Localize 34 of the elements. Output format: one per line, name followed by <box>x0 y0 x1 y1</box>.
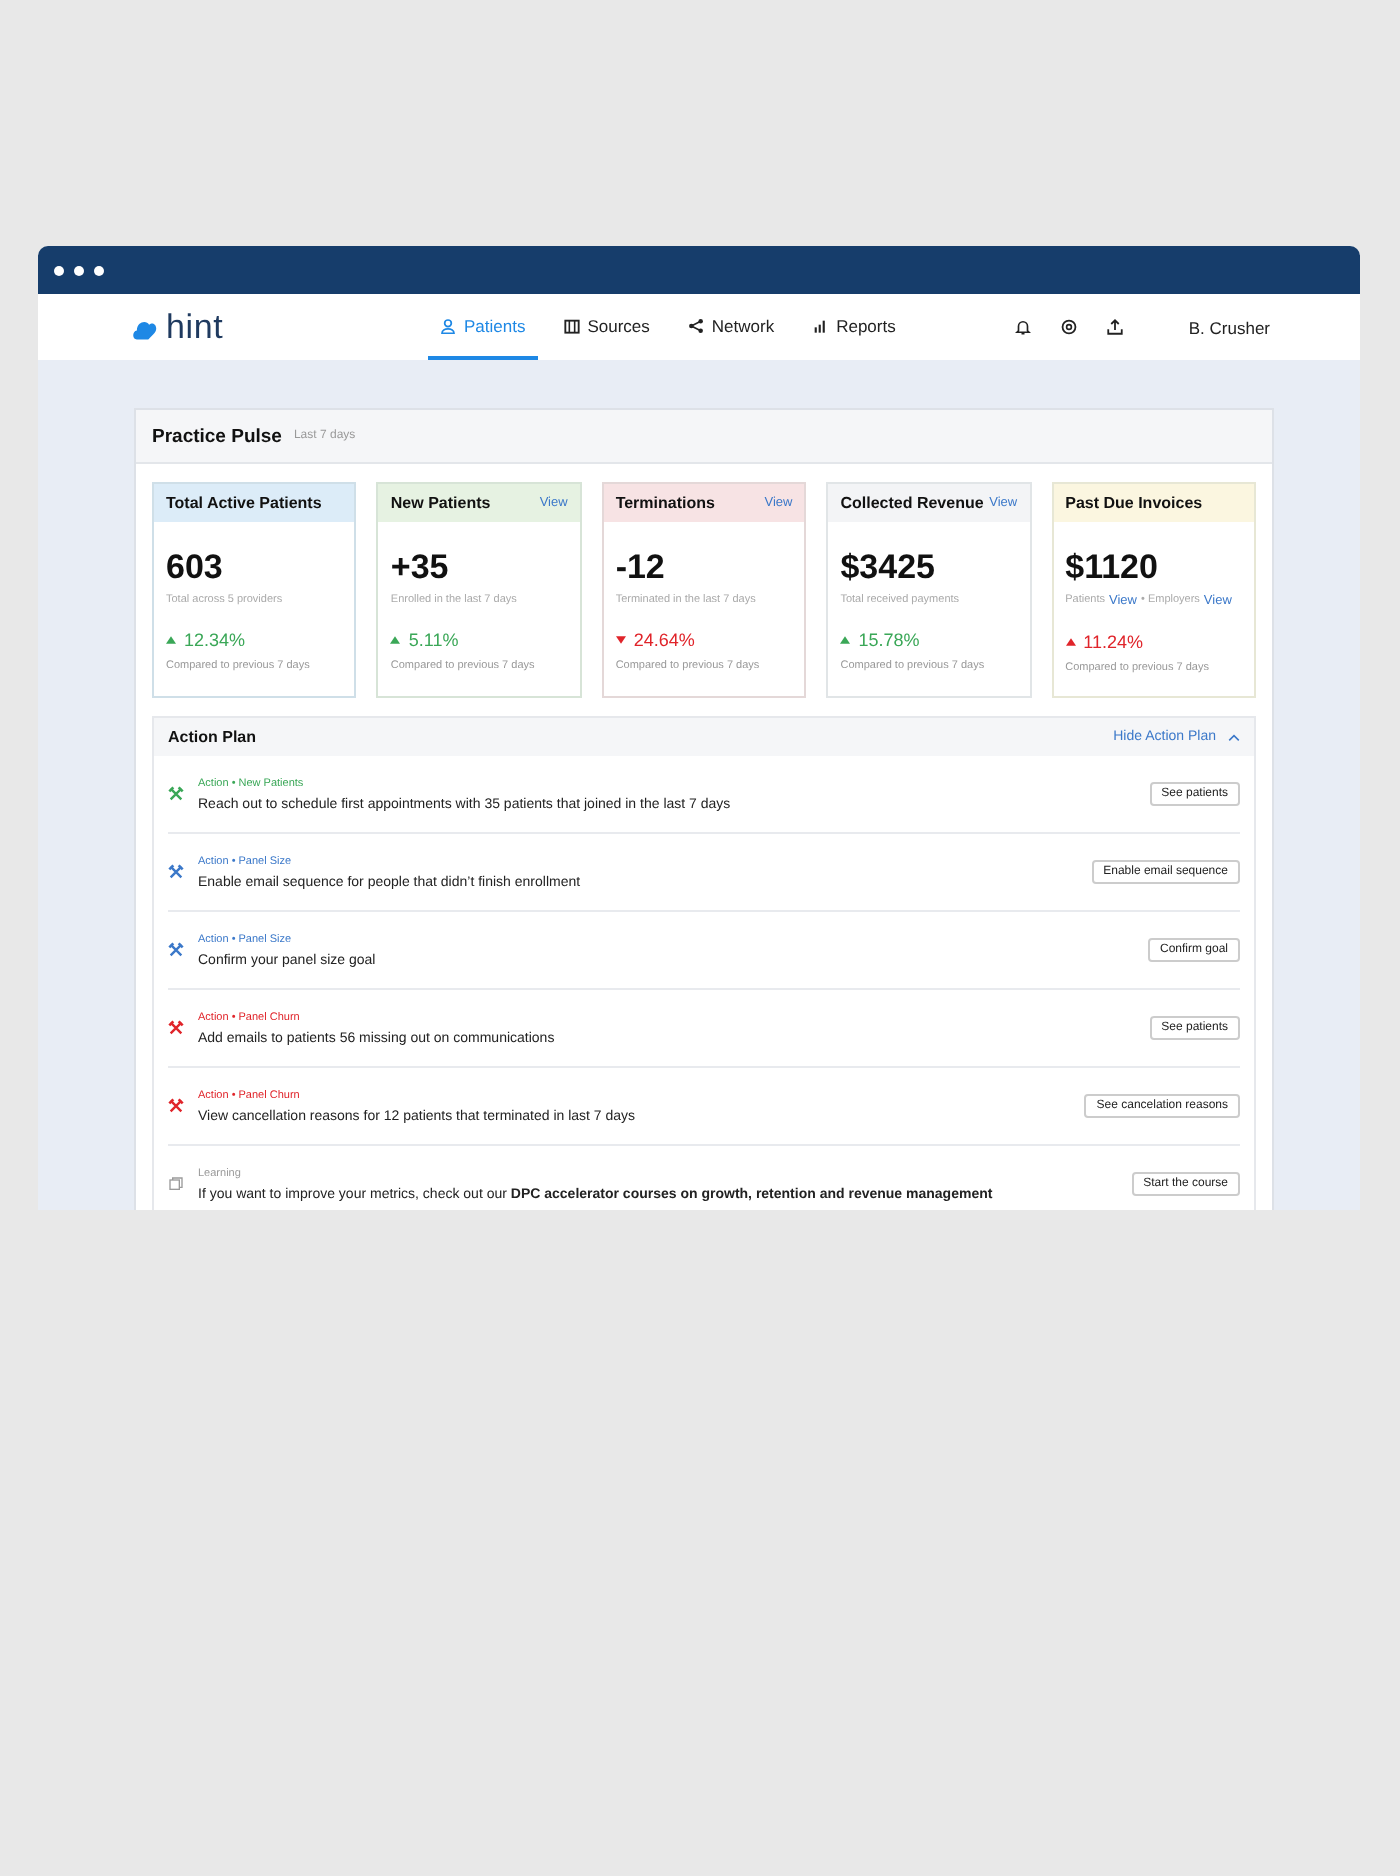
metric-label: Past Due Invoices <box>1065 494 1203 512</box>
metric-value: 603 <box>166 548 225 588</box>
window-dot[interactable] <box>94 265 104 275</box>
person-icon <box>440 317 456 333</box>
nav-tab[interactable]: Reports <box>800 294 908 360</box>
settings-icon[interactable] <box>1060 318 1079 336</box>
metric-label: New Patients <box>390 494 491 512</box>
metric-value: $3425 <box>840 548 937 588</box>
nav-tab[interactable]: Patients <box>428 294 538 360</box>
brand-name: hint <box>166 307 224 347</box>
building-icon <box>563 317 580 333</box>
change-percent: 11.24% <box>1083 632 1143 652</box>
chevron-up-icon <box>1228 733 1240 741</box>
metric-value: $1120 <box>1065 548 1160 588</box>
metric-value: -12 <box>615 548 667 588</box>
bar-chart-icon <box>812 317 829 333</box>
nav-tab[interactable]: Sources <box>551 294 662 360</box>
change-percent: 15.78% <box>858 630 920 650</box>
bell-icon[interactable] <box>1014 318 1033 336</box>
window-dot[interactable] <box>54 265 64 275</box>
metric-label: Terminations <box>615 494 715 512</box>
user-name[interactable]: B. Crusher <box>1188 317 1270 337</box>
nav-tab[interactable]: Network <box>675 294 787 360</box>
metric-value: +35 <box>390 548 451 588</box>
change-percent: 5.11% <box>408 630 459 650</box>
card-title: Practice Pulse <box>152 425 282 447</box>
upload-icon[interactable] <box>1106 318 1125 336</box>
window-dot[interactable] <box>74 265 84 275</box>
metric-label: Total Active Patients <box>166 494 322 512</box>
change-percent: 24.64% <box>633 630 695 650</box>
section-title: Action Plan <box>168 728 257 746</box>
change-percent: 12.34% <box>184 630 246 650</box>
share-icon <box>687 317 704 333</box>
metric-label: Collected Revenue <box>840 494 984 512</box>
